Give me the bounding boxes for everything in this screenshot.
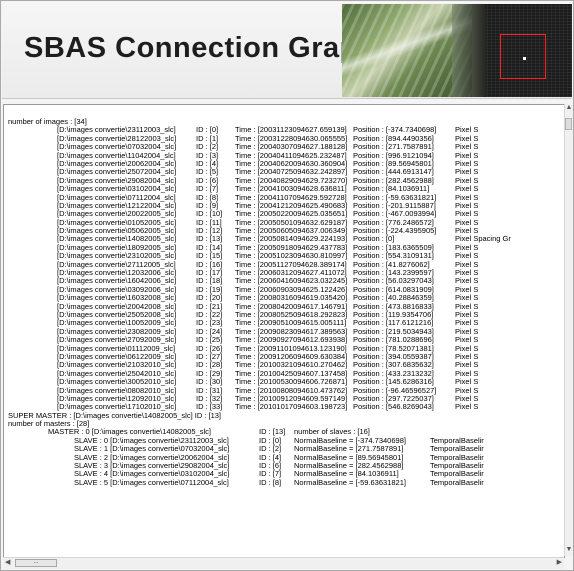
slave-entry-row: SLAVE : 5 [D:\images convertie\07112004_… bbox=[8, 477, 564, 487]
image-extra: Pixel S bbox=[455, 402, 479, 412]
super-master-line: SUPER MASTER : [D:\images convertie\1408… bbox=[8, 410, 222, 420]
vertical-scroll-thumb[interactable] bbox=[565, 118, 572, 130]
slave-label: SLAVE : 5 [D:\images convertie\07112004_… bbox=[74, 477, 229, 487]
scroll-up-icon[interactable]: ▲ bbox=[565, 104, 573, 114]
image-fade bbox=[452, 4, 492, 97]
horizontal-scrollbar[interactable]: ◀ ... ▶ bbox=[3, 557, 564, 569]
window-title: SBAS Connection Graph bbox=[24, 32, 377, 64]
image-position: Position : [546.8269043] bbox=[353, 402, 434, 412]
header-banner: SBAS Connection Graph bbox=[2, 2, 572, 99]
scroll-right-icon[interactable]: ▶ bbox=[557, 558, 562, 566]
log-text-area[interactable]: number of images : [34] [D:\images conve… bbox=[3, 104, 565, 558]
image-time: Time : [20101017094603.198723] bbox=[235, 402, 348, 412]
target-point bbox=[523, 57, 526, 60]
slave-id: ID : [8] bbox=[259, 477, 282, 487]
satellite-image-icon bbox=[342, 4, 572, 97]
vertical-scrollbar[interactable]: ▲ ▼ bbox=[564, 104, 573, 556]
horizontal-scroll-thumb[interactable]: ... bbox=[15, 559, 57, 567]
slave-extra: TemporalBaselir bbox=[430, 477, 484, 487]
scroll-left-icon[interactable]: ◀ bbox=[5, 558, 10, 566]
log-content: number of images : [34] [D:\images conve… bbox=[8, 117, 564, 487]
scroll-down-icon[interactable]: ▼ bbox=[565, 546, 573, 556]
slave-baseline: NormalBaseline = [-59.63631821] bbox=[294, 477, 406, 487]
